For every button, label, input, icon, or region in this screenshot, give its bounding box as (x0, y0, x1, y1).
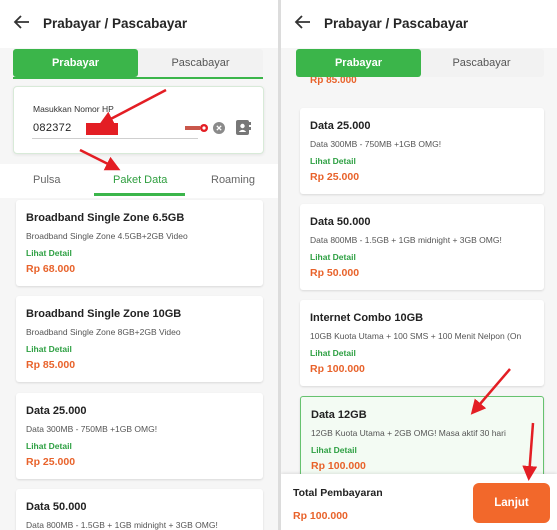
package-description: Broadband Single Zone 8GB+2GB Video (26, 327, 181, 337)
package-card[interactable]: Data 25.000 Data 300MB - 750MB +1GB OMG!… (16, 393, 263, 479)
app-bar: Prabayar / Pascabayar (281, 0, 557, 48)
package-description: 10GB Kuota Utama + 100 SMS + 100 Menit N… (310, 331, 522, 341)
back-arrow-icon[interactable] (12, 12, 32, 32)
package-title: Data 12GB (311, 409, 367, 421)
package-description: Data 300MB - 750MB +1GB OMG! (26, 424, 158, 434)
total-amount: Rp 100.000 (293, 510, 348, 522)
right-screen: Rp 85.000 Data 25.000 Data 300MB - 750MB… (281, 0, 557, 530)
phone-number-box: Masukkan Nomor HP 082372 (13, 86, 264, 154)
left-screen: Prabayar / Pascabayar Prabayar Pascabaya… (0, 0, 278, 530)
operator-logo (185, 124, 208, 132)
package-description: Data 300MB - 750MB +1GB OMG! (310, 139, 442, 149)
package-title: Broadband Single Zone 10GB (26, 308, 182, 320)
segment-control: Prabayar Pascabayar (296, 49, 544, 77)
package-price: Rp 68.000 (26, 263, 76, 275)
payment-footer: Total Pembayaran Rp 100.000 Lanjut (281, 474, 557, 530)
back-arrow-icon[interactable] (293, 12, 313, 32)
redaction-mark (86, 123, 118, 135)
package-description: Broadband Single Zone 4.5GB+2GB Video (26, 231, 188, 241)
contact-book-icon[interactable] (235, 119, 251, 136)
segment-control: Prabayar Pascabayar (13, 49, 263, 77)
package-price: Rp 100.000 (310, 363, 365, 375)
segment-pascabayar[interactable]: Pascabayar (138, 49, 263, 77)
phone-label: Masukkan Nomor HP (33, 104, 114, 114)
package-title: Internet Combo 10GB (310, 312, 424, 324)
package-title: Data 25.000 (310, 120, 371, 132)
package-title: Broadband Single Zone 6.5GB (26, 212, 185, 224)
package-card[interactable]: Broadband Single Zone 10GB Broadband Sin… (16, 296, 263, 382)
package-price: Rp 50.000 (310, 267, 360, 279)
package-title: Data 25.000 (26, 405, 87, 417)
detail-link[interactable]: Lihat Detail (26, 441, 72, 451)
product-tabs: Pulsa Paket Data Roaming (0, 164, 278, 198)
detail-link[interactable]: Lihat Detail (310, 348, 356, 358)
detail-link[interactable]: Lihat Detail (26, 248, 72, 258)
detail-link[interactable]: Lihat Detail (26, 344, 72, 354)
page-title: Prabayar / Pascabayar (43, 16, 188, 31)
package-title: Data 50.000 (26, 501, 87, 513)
package-price: Rp 25.000 (26, 456, 76, 468)
package-description: Data 800MB - 1.5GB + 1GB midnight + 3GB … (26, 520, 218, 530)
package-title: Data 50.000 (310, 216, 371, 228)
app-bar: Prabayar / Pascabayar (0, 0, 278, 48)
package-card[interactable]: Internet Combo 10GB 10GB Kuota Utama + 1… (300, 300, 544, 386)
package-description: Data 800MB - 1.5GB + 1GB midnight + 3GB … (310, 235, 502, 245)
package-card[interactable]: Broadband Single Zone 6.5GB Broadband Si… (16, 200, 263, 286)
package-price: Rp 25.000 (310, 171, 360, 183)
detail-link[interactable]: Lihat Detail (310, 252, 356, 262)
page-title: Prabayar / Pascabayar (324, 16, 469, 31)
package-card[interactable]: Data 25.000 Data 300MB - 750MB +1GB OMG!… (300, 108, 544, 194)
package-card-selected[interactable]: Data 12GB 12GB Kuota Utama + 2GB OMG! Ma… (300, 396, 544, 482)
detail-link[interactable]: Lihat Detail (311, 445, 357, 455)
segment-pascabayar[interactable]: Pascabayar (419, 49, 544, 77)
detail-link[interactable]: Lihat Detail (310, 156, 356, 166)
clear-icon[interactable] (213, 122, 225, 134)
tab-paket-data[interactable]: Paket Data (113, 174, 167, 186)
total-label: Total Pembayaran (293, 487, 383, 499)
input-underline (32, 138, 198, 139)
package-description: 12GB Kuota Utama + 2GB OMG! Masa aktif 3… (311, 428, 506, 438)
tab-roaming[interactable]: Roaming (211, 174, 255, 186)
continue-button[interactable]: Lanjut (473, 483, 550, 523)
segment-prabayar[interactable]: Prabayar (296, 49, 421, 77)
tab-pulsa[interactable]: Pulsa (33, 174, 61, 186)
active-tab-indicator (94, 193, 185, 196)
package-card[interactable]: Data 50.000 Data 800MB - 1.5GB + 1GB mid… (16, 489, 263, 530)
segment-prabayar[interactable]: Prabayar (13, 49, 138, 77)
segment-underline (13, 77, 263, 79)
package-price: Rp 100.000 (311, 460, 366, 472)
package-card[interactable]: Data 50.000 Data 800MB - 1.5GB + 1GB mid… (300, 204, 544, 290)
phone-number-input[interactable]: 082372 (33, 122, 72, 134)
package-price: Rp 85.000 (26, 359, 76, 371)
